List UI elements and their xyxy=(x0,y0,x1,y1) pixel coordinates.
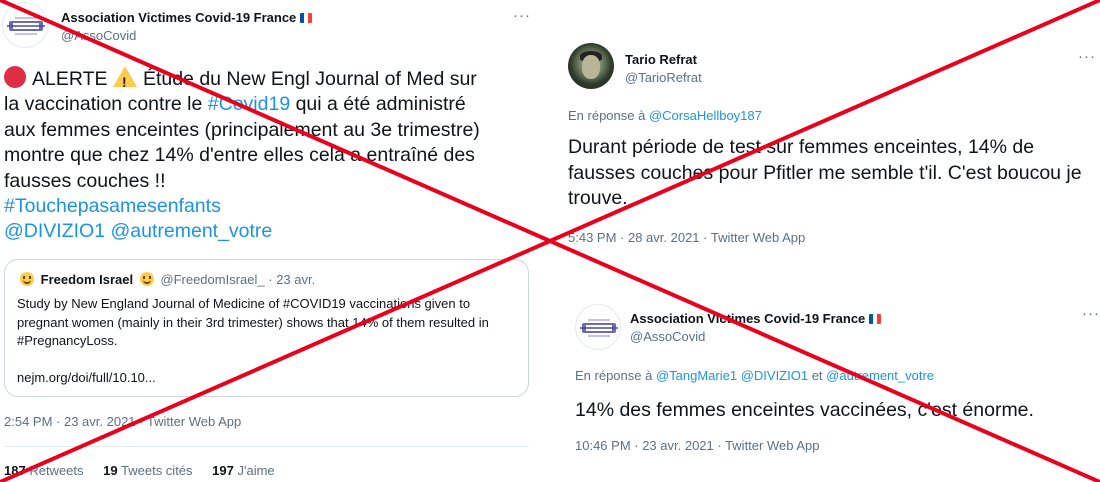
retweets-stat[interactable]: 187 Retweets xyxy=(4,463,84,478)
more-options-icon[interactable]: ··· xyxy=(1082,305,1100,322)
retweets-label: Retweets xyxy=(29,463,84,478)
association-logo-icon xyxy=(580,319,618,337)
tweet-line: fausses couches !! xyxy=(4,169,166,192)
mention-autrement-votre[interactable]: @autrement_votre xyxy=(110,220,272,242)
reply-context: En réponse à @CorsaHellboy187 xyxy=(568,108,762,123)
quote-tweets-label: Tweets cités xyxy=(121,463,193,478)
reply-mention-autrement-votre[interactable]: @autrement_votre xyxy=(826,368,934,383)
author-name[interactable]: Tario Refrat xyxy=(625,52,697,67)
association-logo-avatar[interactable] xyxy=(2,2,48,48)
quoted-author-name: Freedom Israel xyxy=(40,272,134,287)
reply-prefix: En réponse à xyxy=(568,108,649,123)
tweet-line: ALERTE Étude du New Engl Journal of Med … xyxy=(4,66,529,95)
tweet-stats: 187 Retweets 19 Tweets cités 197 J'aime xyxy=(4,463,291,478)
mention-divizio1[interactable]: @DIVIZIO1 xyxy=(4,220,105,242)
alert-word: ALERTE xyxy=(32,68,108,90)
red-circle-icon xyxy=(4,66,26,88)
more-options-icon[interactable]: ··· xyxy=(1078,48,1096,65)
likes-stat[interactable]: 197 J'aime xyxy=(212,463,275,478)
tweet-timestamp[interactable]: 10:46 PM · 23 avr. 2021 · Twitter Web Ap… xyxy=(575,438,820,453)
author-handle[interactable]: @AssoCovid xyxy=(61,28,136,43)
association-logo-avatar[interactable] xyxy=(575,304,621,350)
tweet-line-text: la vaccination contre le xyxy=(4,93,208,116)
more-options-icon[interactable]: ··· xyxy=(513,7,531,24)
author-name[interactable]: Association Victimes Covid-19 France xyxy=(630,310,882,328)
divider xyxy=(4,446,529,447)
tweet-text: 14% des femmes enceintes vaccinées, c'es… xyxy=(575,399,1034,421)
retweets-count: 187 xyxy=(4,463,26,478)
quoted-tweet-link[interactable]: nejm.org/doi/full/10.10... xyxy=(17,370,156,385)
author-name-text: Association Victimes Covid-19 France xyxy=(630,311,866,326)
likes-count: 197 xyxy=(212,463,234,478)
france-flag-icon xyxy=(869,314,882,324)
avatar-face xyxy=(582,55,600,79)
quoted-tweet-header: Freedom Israel @FreedomIsrael_ · 23 avr. xyxy=(17,272,315,287)
reply-prefix: En réponse à xyxy=(575,368,656,383)
warning-icon xyxy=(112,66,137,95)
france-flag-icon xyxy=(300,13,313,23)
tweet-line-text: qui a été administré xyxy=(290,93,466,116)
tweet-line: @DIVIZIO1 @autrement_votre xyxy=(4,219,529,244)
reply-mention[interactable]: @CorsaHellboy187 xyxy=(649,108,762,123)
smiley-avatar-icon xyxy=(20,272,34,286)
tweet-line: la vaccination contre le #Covid19 qui a … xyxy=(4,92,529,117)
author-name-text: Association Victimes Covid-19 France xyxy=(61,10,297,25)
quoted-tweet-text: Study by New England Journal of Medicine… xyxy=(17,296,489,348)
profile-photo-avatar[interactable] xyxy=(568,43,614,89)
quoted-tweet-card[interactable]: Freedom Israel @FreedomIsrael_ · 23 avr.… xyxy=(4,259,529,397)
quote-tweets-stat[interactable]: 19 Tweets cités xyxy=(103,463,192,478)
tweet-timestamp[interactable]: 5:43 PM · 28 avr. 2021 · Twitter Web App xyxy=(568,230,805,245)
quoted-date: · 23 avr. xyxy=(268,272,316,287)
likes-label: J'aime xyxy=(237,463,275,478)
tweet-timestamp[interactable]: 2:54 PM · 23 avr. 2021 · Twitter Web App xyxy=(4,414,241,429)
hashtag-covid19[interactable]: #Covid19 xyxy=(208,93,290,115)
reply-mention-tangmarie1[interactable]: @TangMarie1 xyxy=(656,368,737,383)
author-name[interactable]: Association Victimes Covid-19 France xyxy=(61,9,313,27)
reply-mention-divizio1[interactable]: @DIVIZIO1 xyxy=(741,368,808,383)
tweet-line: montre que chez 14% d'entre elles cela a… xyxy=(4,144,475,167)
quote-tweets-count: 19 xyxy=(103,463,118,478)
tweet-text: ALERTE Étude du New Engl Journal of Med … xyxy=(4,66,529,245)
tweet-line-text: Étude du New Engl Journal of Med sur xyxy=(142,68,477,90)
author-handle[interactable]: @AssoCovid xyxy=(630,329,705,344)
reply-context: En réponse à @TangMarie1 @DIVIZIO1 et @a… xyxy=(575,368,934,383)
hashtag-touchepasamesenfants[interactable]: #Touchepasamesenfants xyxy=(4,195,221,217)
quoted-author-handle: @FreedomIsrael_ xyxy=(160,272,265,287)
association-logo-icon xyxy=(7,17,45,35)
smiley-emoji-icon xyxy=(139,272,154,286)
author-handle[interactable]: @TarioRefrat xyxy=(625,70,702,85)
tweet-text: Durant période de test sur femmes encein… xyxy=(568,136,1082,209)
tweet-line: aux femmes enceintes (principalement au … xyxy=(4,118,480,141)
tweet-line: #Touchepasamesenfants xyxy=(4,194,529,219)
reply-and: et xyxy=(808,368,827,383)
